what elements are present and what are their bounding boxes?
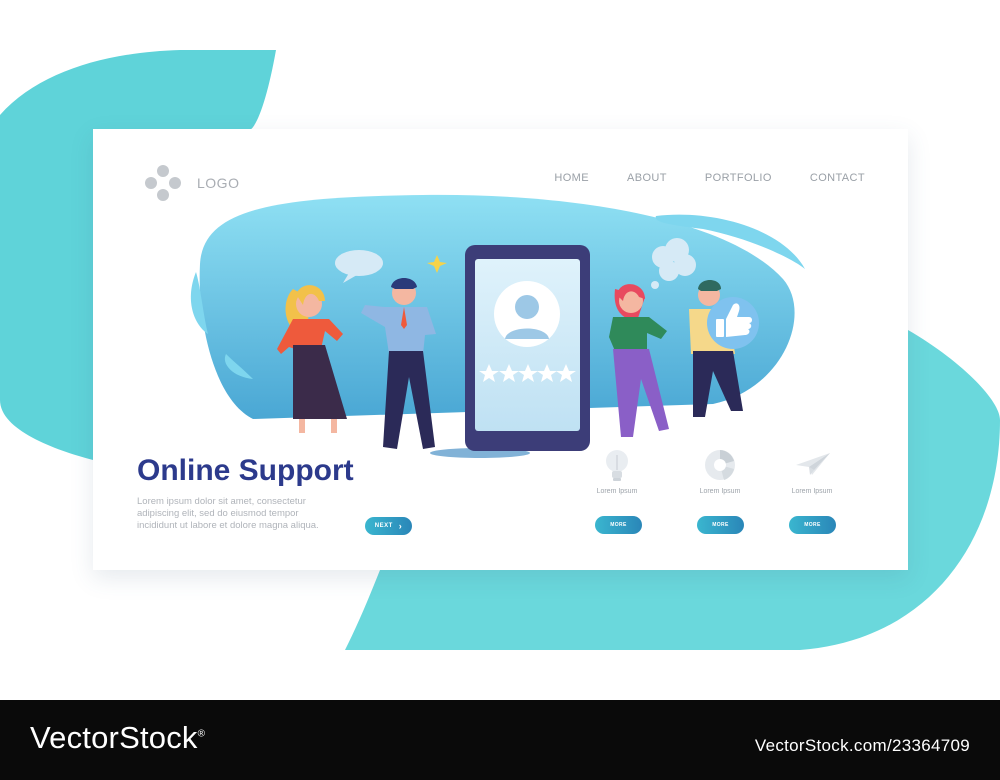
hero-description: Lorem ipsum dolor sit amet, consectetur … <box>137 496 319 531</box>
feature-caption: Lorem Ipsum <box>699 488 741 495</box>
feature-item-1: Lorem Ipsum <box>571 445 663 495</box>
next-button-label: NEXT <box>374 523 393 529</box>
page-title: Online Support <box>137 454 354 487</box>
feature-caption: Lorem Ipsum <box>596 488 638 495</box>
paper-plane-icon <box>796 453 830 475</box>
more-button-1[interactable]: MORE <box>595 516 642 534</box>
image-id: VectorStock.com/23364709 <box>754 736 970 755</box>
feature-item-2: Lorem Ipsum <box>674 445 766 495</box>
chevron-right-icon: › <box>398 520 403 531</box>
feature-item-3: Lorem Ipsum <box>766 445 858 495</box>
pie-chart-icon <box>705 450 735 480</box>
lightbulb-icon <box>606 450 628 481</box>
landing-page-card: LOGO HOME ABOUT PORTFOLIO CONTACT Online… <box>93 129 908 570</box>
feature-caption: Lorem Ipsum <box>791 488 833 495</box>
next-button[interactable]: NEXT › <box>365 517 412 535</box>
watermark-footer: VectorStock® VectorStock.com/23364709 <box>0 700 1000 780</box>
more-button-3[interactable]: MORE <box>789 516 836 534</box>
registered-mark: ® <box>197 728 206 740</box>
more-button-2[interactable]: MORE <box>697 516 744 534</box>
vectorstock-brand: VectorStock® <box>30 720 205 756</box>
brand-name: VectorStock <box>30 720 198 755</box>
